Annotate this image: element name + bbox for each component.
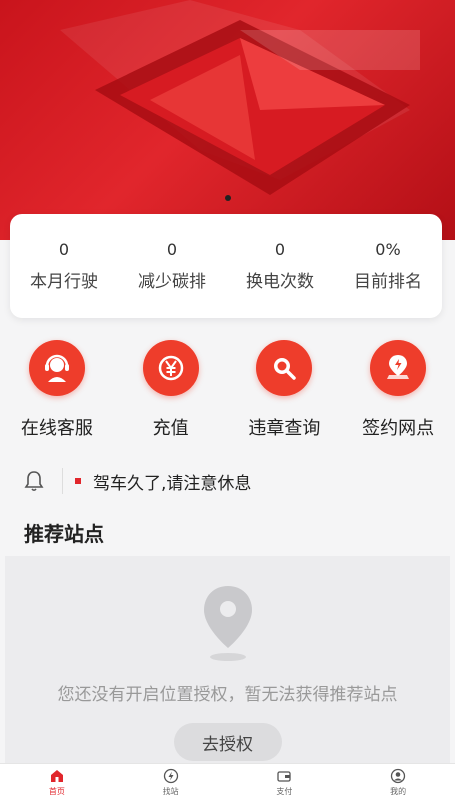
stat-value: 0% [375, 240, 401, 259]
action-label: 充值 [152, 418, 189, 439]
banner-dot-active[interactable] [224, 195, 231, 201]
bell-icon [20, 467, 48, 495]
stat-label: 目前排名 [354, 272, 422, 292]
tab-home[interactable]: 首页 [0, 764, 114, 800]
section-title: 推荐站点 [24, 522, 104, 546]
tab-find-station[interactable]: 找站 [114, 764, 228, 800]
action-contracted-outlets[interactable]: 签约网点 [343, 340, 453, 455]
banner-pagination [224, 195, 231, 201]
stat-label: 换电次数 [246, 272, 314, 292]
lightning-icon [163, 768, 178, 783]
search-icon[interactable] [256, 340, 313, 396]
stat-value: 0 [166, 240, 178, 259]
location-pin-icon [198, 582, 258, 668]
tab-payment[interactable]: 支付 [228, 764, 342, 800]
action-recharge[interactable]: 充值 [116, 340, 226, 455]
stat-monthly-driving: 0 本月行驶 [10, 214, 118, 318]
stats-card: 0 本月行驶 0 减少碳排 0 换电次数 0% 目前排名 [10, 214, 442, 318]
notice-bullet [75, 478, 81, 484]
yuan-icon[interactable] [142, 340, 199, 396]
stat-carbon-reduction: 0 减少碳排 [118, 214, 226, 318]
tab-label: 找站 [162, 786, 179, 796]
notice-bar[interactable]: 驾车久了,请注意休息 [20, 463, 440, 499]
customer-service-icon[interactable] [28, 340, 85, 396]
stat-current-rank: 0% 目前排名 [334, 214, 442, 318]
stat-label: 本月行驶 [30, 272, 98, 292]
wallet-icon [277, 770, 292, 782]
tab-label: 我的 [390, 786, 407, 796]
home-icon [50, 769, 63, 782]
recommended-stations-empty: 您还没有开启位置授权，暂无法获得推荐站点 去授权 [5, 556, 450, 766]
stat-label: 减少碳排 [138, 272, 206, 292]
action-label: 在线客服 [20, 418, 93, 439]
authorize-button[interactable]: 去授权 [173, 723, 282, 761]
bottom-tab-bar: 首页 找站 支付 我的 [0, 763, 455, 800]
empty-state-message: 您还没有开启位置授权，暂无法获得推荐站点 [57, 685, 398, 705]
user-icon [390, 768, 406, 783]
action-violation-query[interactable]: 违章查询 [229, 340, 339, 455]
action-label: 签约网点 [362, 418, 435, 439]
action-label: 违章查询 [248, 418, 321, 439]
tab-label: 支付 [276, 786, 293, 796]
hero-banner[interactable] [0, 0, 455, 240]
quick-actions: 在线客服 充值 违章查询 签约网点 [0, 340, 455, 455]
tab-mine[interactable]: 我的 [341, 764, 455, 800]
map-pin-icon[interactable] [370, 340, 427, 396]
stat-value: 0 [274, 240, 286, 259]
notice-text: 驾车久了,请注意休息 [93, 473, 252, 494]
action-online-service[interactable]: 在线客服 [2, 340, 112, 455]
stat-value: 0 [58, 240, 70, 259]
tab-label: 首页 [48, 786, 65, 796]
stat-battery-swaps: 0 换电次数 [226, 214, 334, 318]
notice-divider [62, 468, 63, 494]
banner-logo-graphic [60, 0, 420, 195]
